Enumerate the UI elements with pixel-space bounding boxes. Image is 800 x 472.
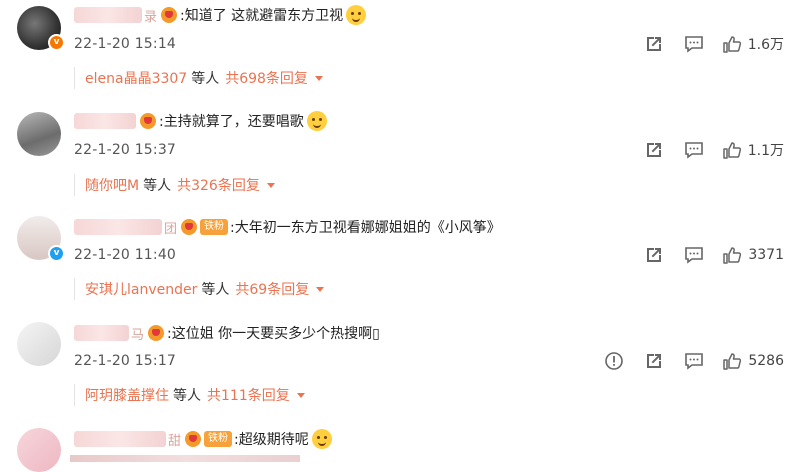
comment-text: :知道了 这就避雷东方卫视: [180, 8, 344, 24]
share-icon[interactable]: [644, 34, 664, 54]
member-crown-icon: [148, 325, 165, 341]
fan-tag: 铁粉: [204, 431, 233, 447]
comment-text: :大年初一东方卫视看娜娜姐姐的《小风筝》: [230, 220, 501, 236]
like-count: 1.1万: [747, 143, 784, 159]
share-icon[interactable]: [644, 245, 664, 265]
reply-connector: 等人: [143, 178, 172, 194]
username[interactable]: [74, 431, 166, 447]
comment-actions: 1.1万: [624, 140, 784, 160]
chevron-down-icon[interactable]: [266, 182, 275, 188]
comment-header: 录 :知道了 这就避雷东方卫视: [74, 4, 367, 26]
share-icon[interactable]: [644, 140, 664, 160]
comment-header: 甜 铁粉 :超级期待呢: [74, 428, 332, 450]
like-button[interactable]: 1.1万: [722, 140, 784, 160]
thumbs-up-icon: [722, 351, 742, 371]
username[interactable]: [74, 219, 162, 235]
reply-total[interactable]: 共111条回复: [207, 385, 290, 405]
like-count: 5286: [748, 353, 784, 369]
like-button[interactable]: 3371: [722, 245, 784, 265]
comment-time: 22-1-20 11:40: [74, 247, 177, 263]
username-tail[interactable]: 团: [164, 218, 177, 237]
member-crown-icon: [185, 431, 202, 447]
avatar[interactable]: [17, 428, 61, 472]
username[interactable]: [74, 7, 142, 23]
reply-connector: 等人: [173, 388, 201, 404]
member-crown-icon: [161, 7, 178, 23]
comment-meta: 22-1-20 15:37 1.1万: [74, 140, 790, 160]
fan-tag: 铁粉: [200, 219, 229, 235]
image-attachment[interactable]: [70, 455, 300, 462]
username[interactable]: [74, 325, 129, 341]
reply-connector: 等人: [191, 71, 220, 87]
thumbs-up-icon: [722, 34, 742, 54]
comment-time: 22-1-20 15:17: [74, 353, 177, 369]
reply-summary[interactable]: 阿玥膝盖撑住 等人 共111条回复: [74, 384, 305, 406]
comment-actions: 3371: [624, 245, 784, 265]
comment-meta: 22-1-20 11:40 3371: [74, 245, 790, 265]
member-crown-icon: [140, 113, 156, 129]
share-icon[interactable]: [644, 351, 664, 371]
verified-badge-icon: v: [48, 245, 65, 262]
avatar[interactable]: [17, 112, 61, 156]
like-button[interactable]: 1.6万: [722, 34, 784, 54]
comment-time: 22-1-20 15:37: [74, 142, 177, 158]
reply-username[interactable]: elena晶晶3307: [85, 68, 187, 88]
comment-header: :主持就算了，还要唱歌: [74, 110, 327, 132]
chevron-down-icon[interactable]: [296, 392, 305, 398]
laughing-emoji-icon: [346, 5, 367, 25]
comment-actions: 5286: [584, 351, 784, 371]
excited-emoji-icon: [311, 429, 332, 449]
smirk-emoji-icon: [306, 111, 327, 131]
thumbs-up-icon: [722, 140, 742, 160]
reply-username[interactable]: 随你吧M: [85, 175, 139, 195]
comment-meta: 22-1-20 15:17 5286: [74, 351, 790, 371]
reply-connector: 等人: [201, 282, 230, 298]
like-count: 1.6万: [747, 37, 784, 53]
reply-summary[interactable]: elena晶晶3307 等人 共698条回复: [74, 67, 323, 89]
username-tail[interactable]: 甜: [168, 430, 181, 449]
comment-text: :这位姐 你一天要买多少个热搜啊▯: [167, 326, 380, 342]
report-icon[interactable]: [604, 351, 624, 371]
reply-total[interactable]: 共326条回复: [177, 175, 260, 195]
reply-username[interactable]: 阿玥膝盖撑住: [85, 385, 169, 405]
username[interactable]: [74, 113, 136, 129]
reply-summary[interactable]: 安琪儿lanvender 等人 共69条回复: [74, 278, 325, 300]
chevron-down-icon[interactable]: [316, 286, 325, 292]
comment-icon[interactable]: [684, 140, 704, 160]
username-tail[interactable]: 马: [131, 324, 144, 343]
reply-summary[interactable]: 随你吧M 等人 共326条回复: [74, 174, 275, 196]
comment-header: 团 铁粉 :大年初一东方卫视看娜娜姐姐的《小风筝》: [74, 216, 501, 238]
member-crown-icon: [181, 219, 198, 235]
username-tail[interactable]: 录: [144, 6, 157, 25]
reply-total[interactable]: 共698条回复: [225, 68, 308, 88]
like-count: 3371: [748, 247, 784, 263]
thumbs-up-icon: [722, 245, 742, 265]
comment-text: :超级期待呢: [234, 432, 309, 448]
chevron-down-icon[interactable]: [314, 75, 323, 81]
comment-icon[interactable]: [684, 34, 704, 54]
comment-header: 马 :这位姐 你一天要买多少个热搜啊▯: [74, 322, 380, 344]
comment-actions: 1.6万: [624, 34, 784, 54]
comment-time: 22-1-20 15:14: [74, 36, 177, 52]
comment-icon[interactable]: [684, 351, 704, 371]
reply-username[interactable]: 安琪儿lanvender: [85, 279, 197, 299]
avatar[interactable]: [17, 322, 61, 366]
comment-meta: 22-1-20 15:14 1.6万: [74, 34, 790, 54]
like-button[interactable]: 5286: [722, 351, 784, 371]
verified-badge-icon: v: [48, 34, 65, 51]
comment-text: :主持就算了，还要唱歌: [159, 114, 304, 130]
comment-icon[interactable]: [684, 245, 704, 265]
reply-total[interactable]: 共69条回复: [235, 279, 309, 299]
